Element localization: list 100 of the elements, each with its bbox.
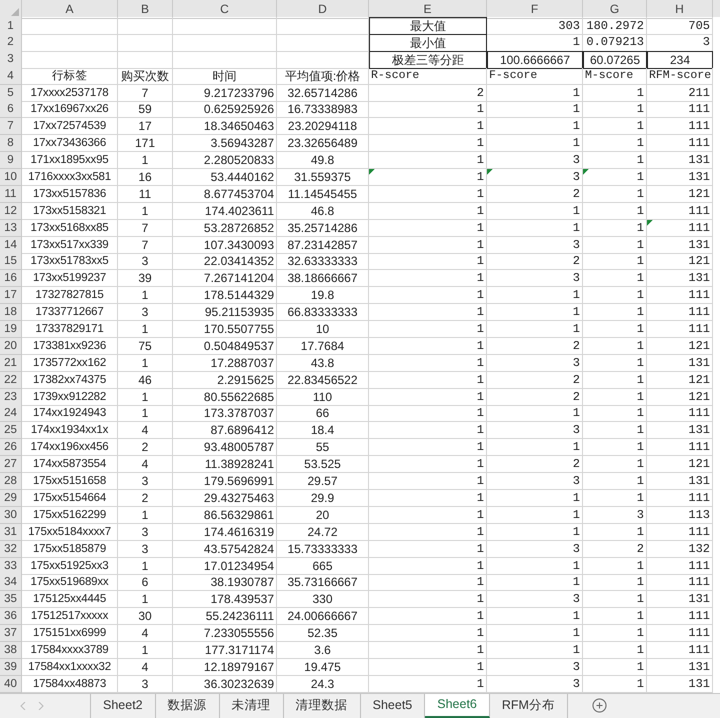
table-cell: 80.55622685 [173, 388, 277, 406]
table-cell: M-score [583, 68, 647, 85]
row-number[interactable]: 30 [0, 506, 22, 524]
table-cell: 111 [647, 202, 713, 220]
row-number[interactable]: 9 [0, 152, 22, 170]
row-number[interactable]: 29 [0, 490, 22, 507]
row-number[interactable]: 17 [0, 287, 22, 304]
table-cell: 1 [487, 321, 583, 338]
table-cell: 211 [647, 84, 713, 102]
column-header[interactable]: H [647, 0, 713, 19]
row-number[interactable]: 36 [0, 608, 22, 626]
row-number[interactable]: 31 [0, 524, 22, 541]
table-cell: 175xx5154664 [22, 490, 118, 507]
sheet-tab[interactable]: 未清理 [220, 694, 284, 718]
table-cell: 95.21153935 [173, 304, 277, 322]
row-number[interactable]: 32 [0, 540, 22, 558]
row-number[interactable]: 33 [0, 558, 22, 574]
column-header[interactable]: C [173, 0, 277, 19]
table-cell: 17512517xxxxx [22, 608, 118, 626]
table-cell: 171xx1895xx95 [22, 152, 118, 170]
table-cell: 1739xx912282 [22, 388, 118, 406]
sheet-tab[interactable]: RFM分布 [490, 694, 568, 718]
column-header[interactable]: E [369, 0, 487, 19]
table-cell: 3 [118, 253, 173, 270]
sheet-tab[interactable]: 数据源 [156, 694, 220, 718]
row-number[interactable]: 10 [0, 169, 22, 186]
row-number[interactable]: 12 [0, 202, 22, 220]
table-cell: 173381xx9236 [22, 338, 118, 355]
table-cell: 17xx73436366 [22, 135, 118, 152]
row-number[interactable]: 28 [0, 473, 22, 490]
table-cell: 665 [277, 558, 369, 574]
table-cell: 2 [487, 338, 583, 355]
scroll-right-icon[interactable] [38, 702, 44, 710]
table-cell: 1 [583, 236, 647, 254]
row-number[interactable]: 19 [0, 321, 22, 338]
row-number[interactable]: 39 [0, 658, 22, 676]
row-number[interactable]: 35 [0, 591, 22, 608]
row-number[interactable]: 15 [0, 253, 22, 270]
table-cell: 最大值 [369, 17, 487, 35]
row-number[interactable]: 34 [0, 574, 22, 592]
row-number[interactable]: 5 [0, 84, 22, 102]
row-number[interactable]: 38 [0, 642, 22, 659]
table-cell: 173xx51783xx5 [22, 253, 118, 270]
table-cell: 330 [277, 591, 369, 608]
table-cell: 174xx5873554 [22, 456, 118, 474]
add-sheet-icon[interactable] [592, 698, 607, 714]
column-header[interactable]: A [22, 0, 118, 19]
table-cell: 131 [647, 270, 713, 288]
table-cell: 1 [369, 321, 487, 338]
row-number[interactable]: 2 [0, 34, 22, 52]
row-number[interactable]: 37 [0, 625, 22, 642]
sheet-tab[interactable]: Sheet6 [425, 694, 490, 718]
table-cell: 100.6666667 [487, 50, 583, 69]
column-header[interactable]: B [118, 0, 173, 19]
table-cell: 1 [583, 118, 647, 136]
sheet-tab[interactable]: Sheet2 [91, 694, 156, 718]
table-cell: 24.00666667 [277, 608, 369, 626]
column-header[interactable]: F [487, 0, 583, 19]
row-number[interactable]: 11 [0, 186, 22, 203]
row-number[interactable]: 16 [0, 270, 22, 288]
row-number[interactable]: 24 [0, 405, 22, 422]
table-cell: 16.73338983 [277, 101, 369, 118]
table-cell: 3 [647, 34, 713, 52]
sheet-tab[interactable]: 清理数据 [284, 694, 361, 718]
select-all-corner-icon[interactable] [11, 8, 19, 16]
table-cell: 4 [118, 456, 173, 474]
table-cell: 86.56329861 [173, 506, 277, 524]
row-number[interactable]: 13 [0, 220, 22, 237]
row-number[interactable]: 21 [0, 354, 22, 372]
table-cell: 173xx5157836 [22, 186, 118, 203]
table-cell: 极差三等分距 [369, 50, 487, 69]
table-cell: 3 [487, 152, 583, 170]
row-number[interactable]: 3 [0, 50, 22, 69]
table-cell: 1 [583, 186, 647, 203]
row-number[interactable]: 27 [0, 456, 22, 474]
row-number[interactable]: 40 [0, 676, 22, 693]
table-cell: 175xx5162299 [22, 506, 118, 524]
scroll-left-icon[interactable] [20, 702, 26, 710]
table-cell: 60.07265 [583, 50, 647, 69]
column-header[interactable]: D [277, 0, 369, 19]
row-number[interactable]: 23 [0, 388, 22, 406]
table-cell: 43.57542824 [173, 540, 277, 558]
row-number[interactable]: 20 [0, 338, 22, 355]
table-cell: 29.43275463 [173, 490, 277, 507]
row-number[interactable]: 1 [0, 17, 22, 35]
table-cell: 1 [369, 473, 487, 490]
row-number[interactable]: 26 [0, 439, 22, 456]
row-number[interactable]: 18 [0, 304, 22, 322]
table-cell: 30 [118, 608, 173, 626]
row-number[interactable]: 22 [0, 372, 22, 389]
row-number[interactable]: 25 [0, 422, 22, 440]
table-cell: 1 [369, 101, 487, 118]
table-cell: 29.9 [277, 490, 369, 507]
row-number[interactable]: 7 [0, 118, 22, 136]
row-number[interactable]: 6 [0, 101, 22, 118]
column-header[interactable]: G [583, 0, 647, 19]
row-number[interactable]: 4 [0, 68, 22, 85]
row-number[interactable]: 8 [0, 135, 22, 152]
table-cell: 1 [583, 253, 647, 270]
row-number[interactable]: 14 [0, 236, 22, 254]
